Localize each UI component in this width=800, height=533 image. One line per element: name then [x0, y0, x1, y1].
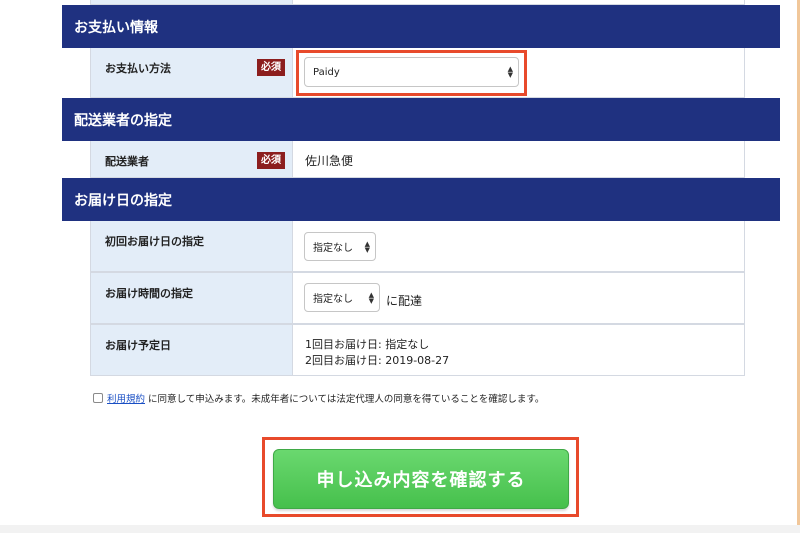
bottom-strip [0, 525, 800, 533]
delivery-time-select[interactable]: 指定なし ▲ ▼ [304, 283, 380, 312]
delivery-section-header: お届け日の指定 [62, 178, 780, 221]
payment-highlight-frame [296, 50, 527, 96]
carrier-section-header: 配送業者の指定 [62, 98, 780, 141]
first-date-label: 初回お届け日の指定 [105, 235, 204, 248]
required-badge: 必須 [257, 59, 285, 76]
scheduled-date-row: お届け予定日 1回目お届け日: 指定なし 2回目お届け日: 2019-08-27 [90, 324, 745, 376]
consent-text: 利用規約 に同意して申込みます。未成年者については法定代理人の同意を得ていること… [107, 391, 544, 405]
payment-section-header: お支払い情報 [62, 5, 780, 48]
row-label-cell: 配送業者 必須 [91, 141, 293, 177]
payment-method-label: お支払い方法 [105, 62, 171, 75]
first-date-value: 指定なし [313, 243, 353, 254]
section-title: お届け日の指定 [74, 192, 172, 209]
row-label-cell: 初回お届け日の指定 [91, 221, 293, 271]
first-date-row: 初回お届け日の指定 [90, 221, 745, 272]
first-date-select[interactable]: 指定なし ▲ ▼ [304, 232, 376, 261]
delivery-time-suffix: に配達 [386, 294, 423, 308]
confirm-application-button[interactable]: 申し込み内容を確認する [273, 449, 569, 509]
section-title: お支払い情報 [74, 19, 158, 36]
scheduled-date-line1: 1回目お届け日: 指定なし [305, 338, 430, 351]
carrier-row: 配送業者 必須 佐川急便 [90, 141, 745, 178]
select-arrows-icon: ▲ ▼ [368, 290, 374, 305]
page-gutter [0, 0, 61, 533]
delivery-time-row: お届け時間の指定 に配達 [90, 272, 745, 324]
row-label-cell: お支払い方法 必須 [91, 48, 293, 97]
carrier-value: 佐川急便 [305, 154, 354, 168]
carrier-label: 配送業者 [105, 155, 149, 168]
consent-checkbox[interactable] [93, 393, 103, 403]
row-label-cell: お届け予定日 [91, 325, 293, 375]
select-arrows-icon: ▲ ▼ [364, 239, 370, 254]
scheduled-date-label: お届け予定日 [105, 339, 171, 352]
section-title: 配送業者の指定 [74, 112, 172, 129]
row-label-cell: お届け時間の指定 [91, 273, 293, 323]
delivery-time-value: 指定なし [313, 294, 353, 305]
consent-statement: に同意して申込みます。未成年者については法定代理人の同意を得ていることを確認しま… [148, 394, 545, 405]
delivery-time-label: お届け時間の指定 [105, 287, 193, 300]
terms-link[interactable]: 利用規約 [107, 394, 145, 405]
row-label-cell [91, 0, 293, 4]
required-badge: 必須 [257, 152, 285, 169]
scheduled-date-line2: 2回目お届け日: 2019-08-27 [305, 354, 450, 367]
